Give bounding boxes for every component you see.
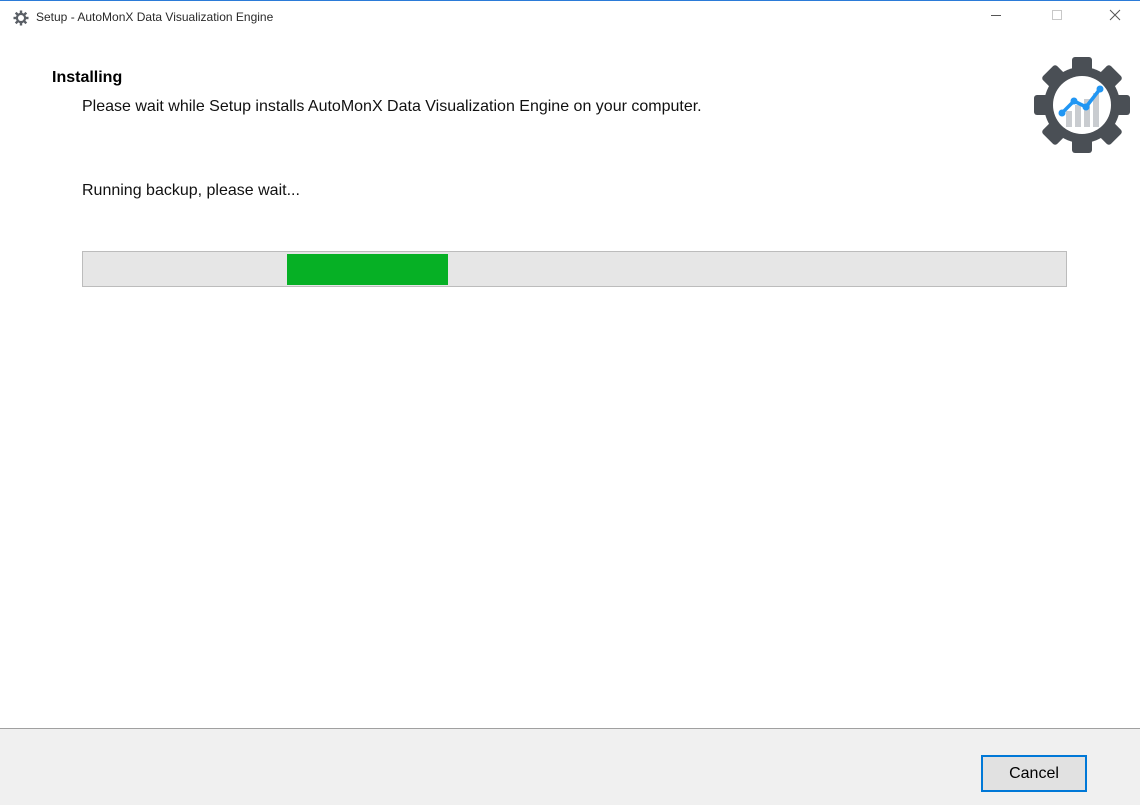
maximize-icon — [1051, 8, 1063, 26]
footer-bar: Cancel — [0, 728, 1140, 805]
title-bar[interactable]: Setup - AutoMonX Data Visualization Engi… — [0, 1, 1140, 33]
window-title: Setup - AutoMonX Data Visualization Engi… — [36, 10, 274, 24]
installer-window: Setup - AutoMonX Data Visualization Engi… — [0, 0, 1140, 805]
cancel-button[interactable]: Cancel — [981, 755, 1087, 792]
gear-chart-logo — [1030, 53, 1134, 157]
minimize-button[interactable] — [973, 1, 1019, 33]
close-button[interactable] — [1092, 1, 1138, 33]
close-icon — [1109, 8, 1121, 26]
gear-icon — [13, 10, 29, 26]
progress-bar — [82, 251, 1067, 287]
maximize-button[interactable] — [1034, 1, 1080, 33]
page-title: Installing — [52, 69, 123, 86]
status-text: Running backup, please wait... — [82, 182, 300, 199]
minimize-icon — [990, 8, 1002, 26]
progress-marquee — [287, 254, 448, 285]
page-subtitle: Please wait while Setup installs AutoMon… — [82, 98, 702, 115]
